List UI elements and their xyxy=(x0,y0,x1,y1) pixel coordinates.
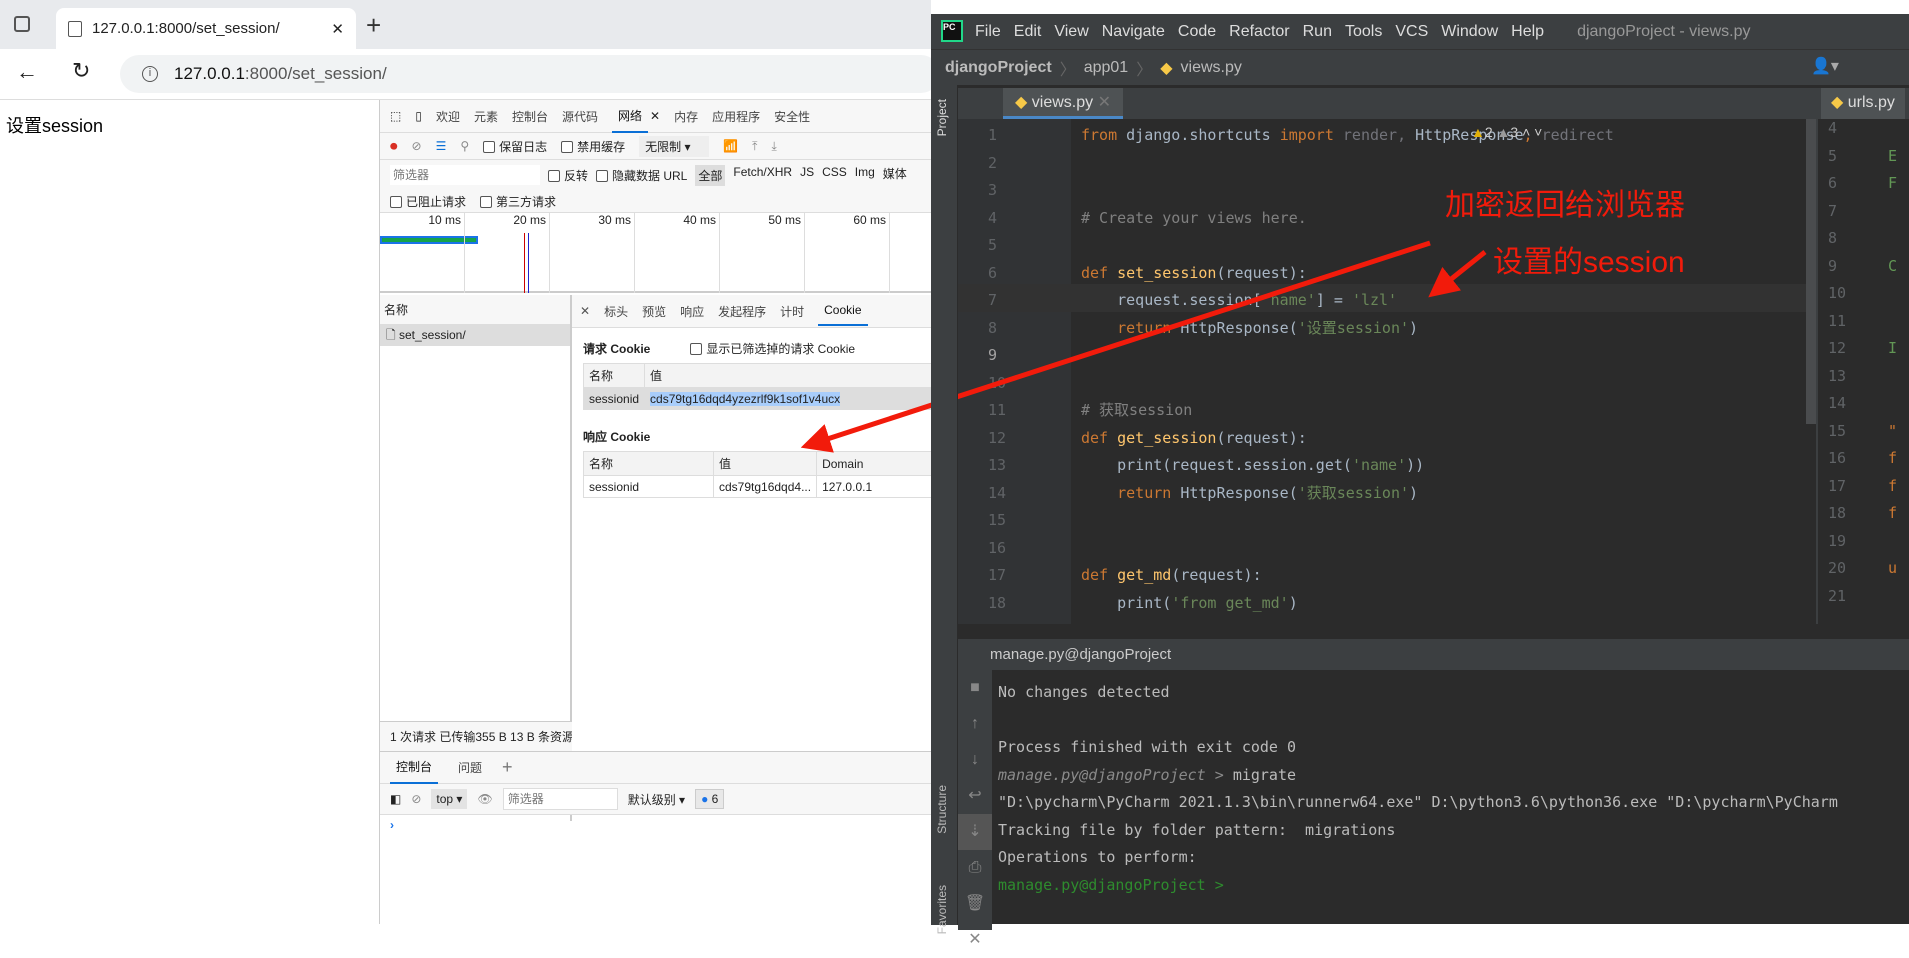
project-tool-button[interactable]: Project xyxy=(935,99,949,136)
left-tool-strip: Project Structure Favorites xyxy=(931,85,958,934)
structure-tool-button[interactable]: Structure xyxy=(935,785,949,834)
close-icon[interactable]: ✕ xyxy=(958,922,992,958)
arrow-to-code xyxy=(1428,250,1487,298)
arrow-to-response-cookie xyxy=(800,240,1431,453)
favorites-tool-button[interactable]: Favorites xyxy=(935,885,949,934)
